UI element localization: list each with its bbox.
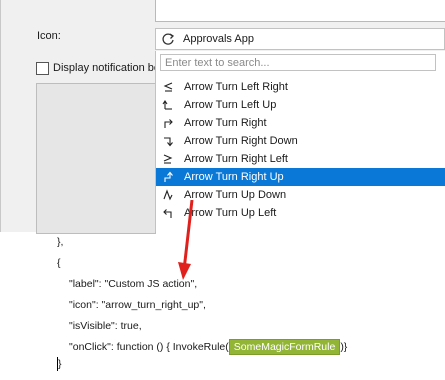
code-line: }, bbox=[57, 236, 64, 248]
arrow-turn-right-left-icon bbox=[163, 154, 173, 164]
arrow-turn-right-icon bbox=[164, 119, 173, 128]
rule-name-highlight: SomeMagicFormRule bbox=[228, 339, 341, 355]
code-text: "onClick": function () { InvokeRule( bbox=[69, 341, 229, 353]
code-line: "icon": "arrow_turn_right_up", bbox=[69, 299, 206, 311]
list-item-arrow-turn-left-right[interactable]: Arrow Turn Left Right bbox=[156, 78, 445, 96]
list-item-label: Arrow Turn Right Up bbox=[184, 171, 284, 183]
combobox-value: Approvals App bbox=[183, 33, 254, 45]
list-item-label: Arrow Turn Right Left bbox=[184, 153, 288, 165]
code-line: "label": "Custom JS action", bbox=[69, 278, 198, 290]
arrow-turn-right-down-icon bbox=[164, 137, 173, 147]
arrow-turn-left-up-icon bbox=[162, 100, 172, 110]
annotation-arrow bbox=[178, 200, 194, 280]
arrow-turn-right-up-icon bbox=[164, 171, 173, 182]
notification-checkbox[interactable] bbox=[36, 61, 49, 75]
list-item-arrow-turn-right-left[interactable]: Arrow Turn Right Left bbox=[156, 150, 445, 168]
refresh-icon bbox=[162, 33, 175, 45]
list-item-label: Arrow Turn Right Down bbox=[184, 135, 298, 147]
list-item-arrow-turn-right[interactable]: Arrow Turn Right bbox=[156, 114, 445, 132]
list-item-label: Arrow Turn Left Up bbox=[184, 99, 277, 111]
list-item-label: Arrow Turn Right bbox=[184, 117, 267, 129]
top-input-field[interactable] bbox=[155, 0, 445, 22]
code-line: { bbox=[57, 257, 61, 269]
icon-combobox[interactable]: Approvals App bbox=[155, 28, 445, 50]
notification-label: Display notification be bbox=[53, 62, 161, 74]
list-item-arrow-turn-right-down[interactable]: Arrow Turn Right Down bbox=[156, 132, 445, 150]
code-line-end: } bbox=[57, 357, 62, 371]
icon-label: Icon: bbox=[37, 30, 61, 42]
notification-checkbox-row[interactable]: Display notification be bbox=[36, 61, 160, 75]
list-item-label: Arrow Turn Left Right bbox=[184, 81, 288, 93]
code-line-onclick: "onClick": function () { InvokeRule( Som… bbox=[69, 339, 347, 355]
preview-area bbox=[36, 83, 156, 234]
code-text: )} bbox=[340, 341, 348, 353]
arrow-turn-up-down-icon bbox=[163, 189, 173, 201]
code-line: "isVisible": true, bbox=[69, 320, 142, 332]
arrow-turn-left-right-icon bbox=[163, 82, 173, 92]
arrow-turn-up-left-icon bbox=[163, 209, 172, 218]
code-line: } bbox=[58, 358, 62, 370]
list-item-arrow-turn-right-up[interactable]: Arrow Turn Right Up bbox=[156, 168, 445, 186]
list-item-arrow-turn-left-up[interactable]: Arrow Turn Left Up bbox=[156, 96, 445, 114]
search-input[interactable] bbox=[160, 54, 436, 71]
